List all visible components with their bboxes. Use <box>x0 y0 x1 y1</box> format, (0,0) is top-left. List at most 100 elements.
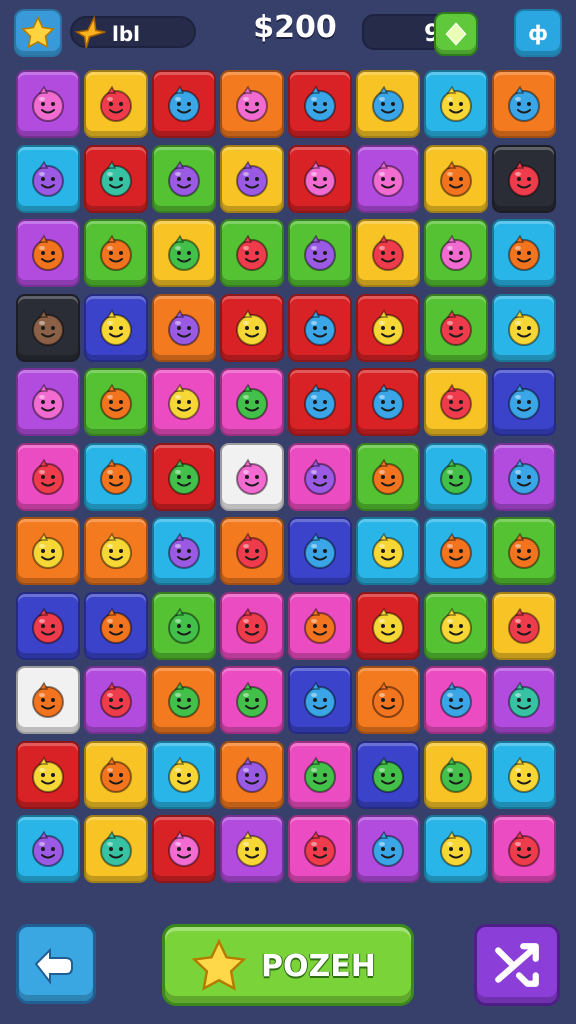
game-tile[interactable] <box>356 219 420 287</box>
game-tile[interactable] <box>288 144 352 213</box>
game-tile[interactable] <box>84 815 148 883</box>
game-tile[interactable] <box>356 517 420 585</box>
game-tile[interactable] <box>152 815 216 883</box>
game-tile[interactable] <box>16 293 80 362</box>
game-tile[interactable] <box>84 70 148 138</box>
game-tile[interactable] <box>492 293 556 362</box>
game-tile[interactable] <box>356 815 420 883</box>
game-tile[interactable] <box>16 815 80 883</box>
game-tile[interactable] <box>220 666 284 734</box>
orange-creature-icon <box>32 234 64 271</box>
game-tile[interactable] <box>424 740 488 809</box>
game-tile[interactable] <box>220 293 284 362</box>
game-tile[interactable] <box>16 666 80 734</box>
game-tile[interactable] <box>424 70 488 138</box>
shuffle-button[interactable] <box>474 924 560 1006</box>
blue-creature-icon <box>372 830 404 867</box>
game-tile[interactable] <box>424 815 488 883</box>
game-tile[interactable] <box>84 666 148 734</box>
game-tile[interactable] <box>16 219 80 287</box>
game-tile[interactable] <box>356 666 420 734</box>
game-tile[interactable] <box>16 517 80 585</box>
game-tile[interactable] <box>84 219 148 287</box>
game-tile[interactable] <box>288 70 352 138</box>
game-tile[interactable] <box>220 517 284 585</box>
game-tile[interactable] <box>152 442 216 511</box>
game-tile[interactable] <box>220 368 284 436</box>
game-tile[interactable] <box>492 666 556 734</box>
game-tile[interactable] <box>288 591 352 660</box>
game-tile[interactable] <box>356 70 420 138</box>
game-tile[interactable] <box>220 219 284 287</box>
game-tile[interactable] <box>356 591 420 660</box>
game-tile[interactable] <box>492 591 556 660</box>
game-tile[interactable] <box>424 368 488 436</box>
game-tile[interactable] <box>220 442 284 511</box>
game-tile[interactable] <box>492 70 556 138</box>
game-tile[interactable] <box>492 517 556 585</box>
game-tile[interactable] <box>84 740 148 809</box>
game-tile[interactable] <box>152 666 216 734</box>
game-tile[interactable] <box>16 740 80 809</box>
game-tile[interactable] <box>288 293 352 362</box>
game-tile[interactable] <box>424 442 488 511</box>
game-tile[interactable] <box>220 144 284 213</box>
purple-creature-icon <box>32 830 64 867</box>
game-tile[interactable] <box>356 740 420 809</box>
game-tile[interactable] <box>424 517 488 585</box>
game-tile[interactable] <box>220 815 284 883</box>
game-tile[interactable] <box>152 740 216 809</box>
game-tile[interactable] <box>424 666 488 734</box>
game-tile[interactable] <box>492 442 556 511</box>
game-tile[interactable] <box>288 815 352 883</box>
menu-button[interactable]: ф <box>514 9 562 57</box>
game-tile[interactable] <box>152 368 216 436</box>
game-tile[interactable] <box>152 591 216 660</box>
game-tile[interactable] <box>152 70 216 138</box>
game-tile[interactable] <box>288 368 352 436</box>
blue-creature-icon <box>440 681 472 718</box>
game-tile[interactable] <box>16 442 80 511</box>
game-tile[interactable] <box>288 740 352 809</box>
game-tile[interactable] <box>16 368 80 436</box>
game-tile[interactable] <box>152 219 216 287</box>
game-tile[interactable] <box>220 740 284 809</box>
game-tile[interactable] <box>424 591 488 660</box>
game-tile[interactable] <box>288 666 352 734</box>
game-tile[interactable] <box>424 219 488 287</box>
game-tile[interactable] <box>220 70 284 138</box>
game-tile[interactable] <box>84 517 148 585</box>
game-tile[interactable] <box>424 144 488 213</box>
game-tile[interactable] <box>152 144 216 213</box>
game-tile[interactable] <box>84 293 148 362</box>
game-tile[interactable] <box>356 293 420 362</box>
game-tile[interactable] <box>16 144 80 213</box>
game-tile[interactable] <box>356 144 420 213</box>
game-tile[interactable] <box>288 219 352 287</box>
game-tile[interactable] <box>16 70 80 138</box>
game-tile[interactable] <box>356 368 420 436</box>
star-button[interactable] <box>14 9 62 57</box>
game-tile[interactable] <box>492 368 556 436</box>
game-tile[interactable] <box>492 740 556 809</box>
game-tile[interactable] <box>152 293 216 362</box>
game-tile[interactable] <box>492 144 556 213</box>
game-tile[interactable] <box>84 144 148 213</box>
star-icon <box>191 938 247 991</box>
gem-button[interactable] <box>434 12 478 56</box>
game-tile[interactable] <box>16 591 80 660</box>
game-tile[interactable] <box>152 517 216 585</box>
back-button[interactable] <box>16 924 96 1004</box>
blue-creature-icon <box>508 458 540 495</box>
game-tile[interactable] <box>356 442 420 511</box>
play-button[interactable]: POZEH <box>162 924 414 1006</box>
game-tile[interactable] <box>492 815 556 883</box>
game-tile[interactable] <box>288 517 352 585</box>
game-tile[interactable] <box>424 293 488 362</box>
game-tile[interactable] <box>84 442 148 511</box>
game-tile[interactable] <box>84 368 148 436</box>
game-tile[interactable] <box>288 442 352 511</box>
game-tile[interactable] <box>220 591 284 660</box>
game-tile[interactable] <box>84 591 148 660</box>
game-tile[interactable] <box>492 219 556 287</box>
